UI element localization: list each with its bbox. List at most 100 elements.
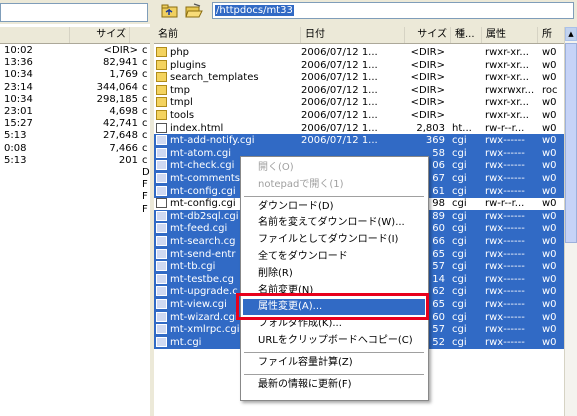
parent-folder-button[interactable] [161, 3, 179, 19]
local-item-type-truncated: F [142, 203, 148, 215]
menu-item[interactable]: 最新の情報に更新(F) [243, 377, 425, 393]
menu-item[interactable]: notepadで開く(1) [243, 177, 425, 193]
remote-item-date: 2006/07/12 1... [301, 72, 378, 84]
local-item-size: 298,185 [96, 93, 138, 105]
menu-item[interactable]: ファイル容量計算(Z) [243, 355, 425, 371]
remote-list-item[interactable]: search_templates 2006/07/12 1... <DIR> rwxr… [154, 71, 564, 84]
remote-item-attr: rwx------ [485, 210, 525, 222]
local-list-item[interactable]: 23:01 4,698 [0, 106, 150, 118]
menu-item[interactable]: ファイルとしてダウンロード(I) [243, 232, 425, 248]
remote-item-kind: cgi [452, 185, 467, 197]
header-kind[interactable]: 種... [451, 27, 482, 43]
local-list-item[interactable]: 10:34 298,185 [0, 94, 150, 106]
remote-list-item[interactable]: mt-add-notify.cgi 2006/07/12 1... 369 cgi rw… [154, 134, 564, 148]
local-list-item[interactable]: 13:36 82,941 [0, 57, 150, 69]
local-list-item[interactable]: 23:14 344,064 [0, 82, 150, 94]
local-list-item[interactable]: 5:13 201 [0, 155, 150, 167]
header-size[interactable]: サイズ [405, 27, 451, 43]
remote-item-attr: rw-r--r... [485, 122, 525, 134]
local-list-item[interactable]: 10:02 <DIR> [0, 45, 150, 57]
scroll-thumb[interactable] [565, 43, 577, 243]
remote-list-item[interactable]: plugins 2006/07/12 1... <DIR> rwxr-xr... w0 [154, 59, 564, 72]
remote-list-item[interactable]: tmp 2006/07/12 1... <DIR> rwxrwxr... roc [154, 84, 564, 97]
local-list-item[interactable]: 0:08 7,466 [0, 143, 150, 155]
local-list-item[interactable]: 5:13 27,648 [0, 130, 150, 142]
remote-item-size: <DIR> [410, 72, 445, 84]
menu-item[interactable]: 削除(R) [243, 266, 425, 282]
open-folder-button[interactable] [185, 3, 203, 19]
file-icon [156, 185, 167, 196]
remote-item-size: <DIR> [410, 97, 445, 109]
remote-path-input[interactable]: /httpdocs/mt33 [212, 2, 574, 19]
remote-list-item[interactable]: tmpl 2006/07/12 1... <DIR> rwxr-xr... w0 [154, 96, 564, 109]
remote-item-attr: rw-r--r... [485, 198, 525, 210]
header-date[interactable]: 日付 [301, 27, 405, 43]
header-owner[interactable]: 所 [538, 27, 564, 43]
remote-item-kind: cgi [452, 286, 467, 298]
local-item-type-truncated: c [142, 57, 148, 69]
header-name[interactable]: 名前 [154, 27, 301, 43]
remote-item-owner: w0 [542, 236, 557, 247]
header-attr[interactable]: 属性 [482, 27, 538, 43]
local-item-type-truncated: D [142, 167, 150, 178]
local-list-item[interactable]: 15:27 42,741 [0, 118, 150, 130]
remote-item-size: 2,803 [416, 122, 445, 134]
local-item-type-truncated: c [142, 69, 148, 81]
remote-item-owner: w0 [542, 248, 557, 260]
file-icon [156, 210, 167, 221]
remote-item-owner: w0 [542, 311, 557, 323]
remote-item-size: <DIR> [410, 110, 445, 121]
menu-item[interactable]: 全てをダウンロード [243, 249, 425, 265]
local-item-type-truncated: c [142, 118, 148, 130]
local-list-item[interactable]: 10:34 1,769 [0, 69, 150, 81]
local-item-size: 344,064 [96, 81, 138, 93]
menu-item[interactable]: 名前を変えてダウンロード(W)... [243, 215, 425, 231]
folder-icon [156, 59, 167, 70]
remote-item-owner: w0 [542, 97, 557, 109]
vertical-scrollbar[interactable]: ▲ [564, 27, 577, 416]
remote-item-attr: rwx------ [485, 299, 525, 310]
local-item-size: 4,698 [109, 106, 138, 117]
remote-item-kind: cgi [452, 223, 467, 235]
local-item-type-truncated: c [142, 106, 148, 117]
remote-item-attr: rwxr-xr... [485, 59, 529, 71]
remote-list-item[interactable]: php 2006/07/12 1... <DIR> rwxr-xr... w0 [154, 46, 564, 59]
menu-item[interactable]: ダウンロード(D) [243, 199, 425, 215]
local-item-time: 10:34 [4, 69, 33, 81]
local-path-input[interactable] [0, 3, 148, 22]
remote-item-owner: w0 [542, 261, 557, 273]
remote-item-kind: cgi [452, 324, 467, 336]
remote-item-attr: rwx------ [485, 147, 525, 159]
remote-item-name: index.html [170, 122, 224, 134]
scroll-up-arrow-icon[interactable]: ▲ [565, 27, 577, 41]
remote-list-item[interactable]: tools 2006/07/12 1... <DIR> rwxr-xr... w0 [154, 109, 564, 122]
remote-item-owner: w0 [542, 299, 557, 310]
remote-item-owner: w0 [542, 147, 557, 159]
remote-item-kind: cgi [452, 135, 467, 147]
remote-list-item[interactable]: index.html 2006/07/12 1... 2,803 ht... rw-r-… [154, 122, 564, 135]
local-item-size: 201 [118, 154, 138, 166]
remote-item-name: tmpl [170, 97, 193, 109]
remote-item-size: <DIR> [410, 84, 445, 96]
menu-item[interactable]: URLをクリップボードへコピー(C) [243, 333, 425, 349]
remote-path-text: /httpdocs/mt33 [215, 5, 294, 16]
remote-item-owner: w0 [542, 135, 557, 147]
menu-separator [244, 373, 424, 375]
local-item-size: 1,769 [109, 69, 138, 81]
local-header-size[interactable]: サイズ [70, 27, 130, 43]
remote-item-attr: rwxr-xr... [485, 110, 529, 121]
remote-item-attr: rwx------ [485, 236, 525, 247]
remote-item-owner: w0 [542, 47, 557, 58]
remote-item-owner: w0 [542, 273, 557, 285]
remote-item-attr: rwx------ [485, 135, 525, 147]
local-item-type-truncated: c [142, 130, 148, 142]
local-item-size: <DIR> [103, 45, 138, 56]
local-item-type-truncated: c [142, 81, 148, 93]
remote-item-kind: cgi [452, 248, 467, 260]
folder-icon [156, 97, 167, 108]
local-header-date[interactable] [0, 27, 70, 43]
file-icon [156, 299, 167, 309]
menu-item[interactable]: 開く(O) [243, 160, 425, 176]
folder-open-icon [185, 3, 203, 18]
remote-item-attr: rwx------ [485, 223, 525, 235]
